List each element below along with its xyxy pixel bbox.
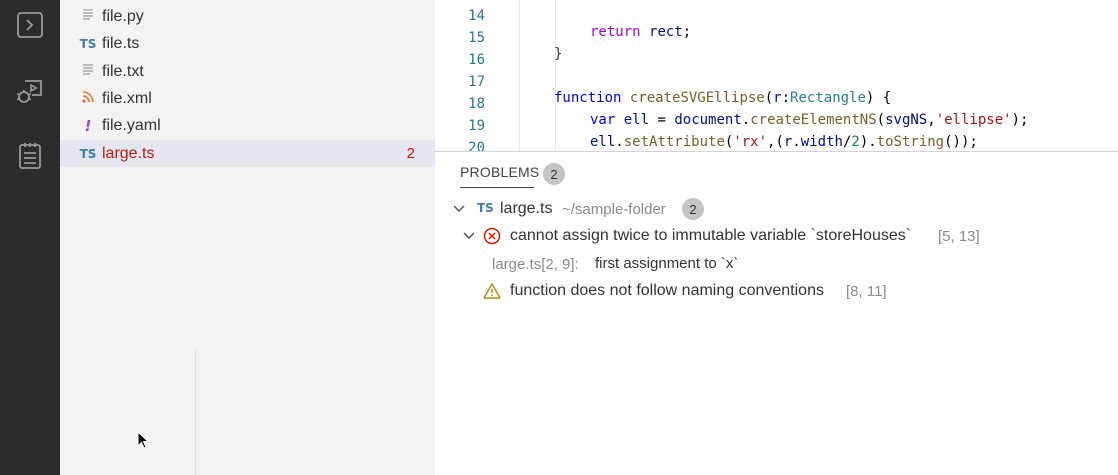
file-name: file.yaml	[102, 116, 161, 134]
related-message: first assignment to `x`	[595, 255, 739, 272]
ts-icon: TS	[79, 146, 97, 161]
indent-guide	[195, 350, 196, 475]
explorer-sidebar: file.py TS file.ts file.txt file.xml ! f…	[60, 0, 435, 475]
code-line: 16	[435, 36, 1118, 68]
file-name: file.ts	[102, 34, 140, 52]
code-line: 14 return rect;	[435, 0, 1118, 40]
problem-item-error[interactable]: cannot assign twice to immutable variabl…	[435, 223, 1118, 249]
problem-item-warning[interactable]: function does not follow naming conventi…	[435, 278, 1118, 304]
active-tab-indicator	[460, 187, 534, 188]
tab-problems[interactable]: PROBLEMS	[460, 164, 539, 180]
problem-location: [8, 11]	[846, 283, 887, 300]
file-name: file.py	[102, 7, 144, 25]
code-line: 15 }	[435, 14, 1118, 62]
code-line: 19 ell.setAttribute('rx',(r.width/2).toS…	[435, 102, 1118, 150]
file-item-file-ts[interactable]: TS file.ts	[60, 30, 435, 57]
text-lines-icon	[79, 8, 97, 25]
code-line: 18 var ell = document.createElementNS(sv…	[435, 80, 1118, 128]
error-icon	[483, 227, 501, 250]
file-name: file.xml	[102, 89, 152, 107]
file-item-file-py[interactable]: file.py	[60, 3, 435, 30]
related-information[interactable]: large.ts[2, 9]: first assignment to `x`	[435, 251, 1118, 277]
ts-icon: TS	[79, 36, 97, 51]
related-reference[interactable]: large.ts[2, 9]:	[492, 256, 579, 273]
text-lines-icon	[79, 63, 97, 80]
warning-icon	[483, 282, 501, 305]
run-debug-icon[interactable]	[15, 76, 45, 106]
activity-bar	[0, 0, 60, 475]
chevron-down-icon[interactable]	[452, 202, 466, 216]
file-item-large-ts[interactable]: TS large.ts 2	[60, 140, 435, 167]
mouse-cursor-icon	[137, 430, 150, 453]
file-problem-count: 2	[682, 198, 704, 220]
notepad-icon[interactable]	[15, 140, 45, 170]
problem-message: function does not follow naming conventi…	[510, 282, 824, 299]
file-item-file-txt[interactable]: file.txt	[60, 58, 435, 85]
chevron-down-icon[interactable]	[462, 229, 476, 243]
explorer-icon[interactable]	[15, 10, 45, 40]
problems-file-path: ~/sample-folder	[562, 201, 666, 218]
file-item-file-yaml[interactable]: ! file.yaml	[60, 112, 435, 139]
problems-count-badge: 2	[543, 163, 565, 185]
code-line: 17 function createSVGEllipse(r:Rectangle…	[435, 58, 1118, 106]
code-editor[interactable]: 14 return rect; 15 } 16 17 function crea…	[435, 0, 1118, 152]
ts-icon: TS	[477, 201, 494, 215]
file-name: file.txt	[102, 62, 144, 80]
problem-message: cannot assign twice to immutable variabl…	[510, 227, 912, 244]
exclamation-icon: !	[84, 116, 92, 135]
problem-count-badge: 2	[406, 145, 415, 162]
problems-panel: PROBLEMS 2 TS large.ts ~/sample-folder 2…	[435, 152, 1118, 475]
code-line: 20 ell.setAttribute('ry',(r.height/2).to…	[435, 124, 1118, 152]
rss-icon	[79, 91, 97, 106]
problem-location: [5, 13]	[938, 228, 980, 245]
file-item-file-xml[interactable]: file.xml	[60, 85, 435, 112]
file-name: large.ts	[102, 144, 155, 162]
problems-file-name: large.ts	[500, 200, 553, 217]
problems-file-group[interactable]: TS large.ts ~/sample-folder 2	[435, 196, 1118, 222]
